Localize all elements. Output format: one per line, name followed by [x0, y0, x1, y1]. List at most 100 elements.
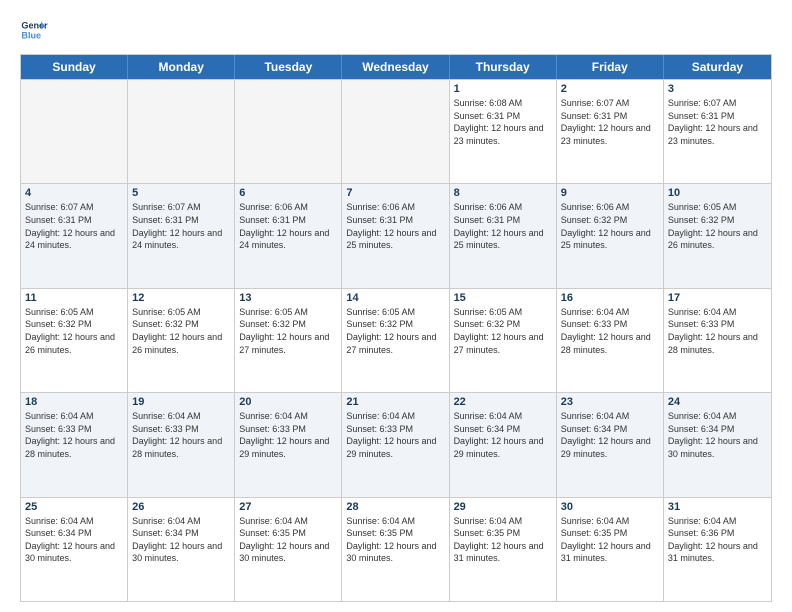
calendar-cell: 13 Sunrise: 6:05 AMSunset: 6:32 PMDayligh…: [235, 289, 342, 392]
calendar-cell: 4 Sunrise: 6:07 AMSunset: 6:31 PMDaylight…: [21, 184, 128, 287]
day-number: 5: [132, 187, 230, 199]
calendar-cell: 24 Sunrise: 6:04 AMSunset: 6:34 PMDayligh…: [664, 393, 771, 496]
page-header: General Blue: [20, 16, 772, 44]
calendar-cell: 6 Sunrise: 6:06 AMSunset: 6:31 PMDaylight…: [235, 184, 342, 287]
calendar-week-5: 25 Sunrise: 6:04 AMSunset: 6:34 PMDayligh…: [21, 497, 771, 601]
day-info: Sunrise: 6:06 AMSunset: 6:31 PMDaylight:…: [346, 201, 444, 251]
day-info: Sunrise: 6:07 AMSunset: 6:31 PMDaylight:…: [561, 97, 659, 147]
day-info: Sunrise: 6:04 AMSunset: 6:35 PMDaylight:…: [346, 515, 444, 565]
day-number: 22: [454, 396, 552, 408]
day-number: 10: [668, 187, 767, 199]
day-number: 15: [454, 292, 552, 304]
calendar-cell: 15 Sunrise: 6:05 AMSunset: 6:32 PMDayligh…: [450, 289, 557, 392]
calendar-cell: 29 Sunrise: 6:04 AMSunset: 6:35 PMDayligh…: [450, 498, 557, 601]
calendar: SundayMondayTuesdayWednesdayThursdayFrid…: [20, 54, 772, 602]
calendar-cell: 26 Sunrise: 6:04 AMSunset: 6:34 PMDayligh…: [128, 498, 235, 601]
day-info: Sunrise: 6:04 AMSunset: 6:33 PMDaylight:…: [239, 410, 337, 460]
header-day-sunday: Sunday: [21, 55, 128, 79]
day-info: Sunrise: 6:04 AMSunset: 6:34 PMDaylight:…: [132, 515, 230, 565]
svg-text:Blue: Blue: [21, 30, 41, 40]
calendar-cell: 17 Sunrise: 6:04 AMSunset: 6:33 PMDayligh…: [664, 289, 771, 392]
calendar-cell: 8 Sunrise: 6:06 AMSunset: 6:31 PMDaylight…: [450, 184, 557, 287]
header-day-tuesday: Tuesday: [235, 55, 342, 79]
calendar-cell: 9 Sunrise: 6:06 AMSunset: 6:32 PMDaylight…: [557, 184, 664, 287]
calendar-cell: 31 Sunrise: 6:04 AMSunset: 6:36 PMDayligh…: [664, 498, 771, 601]
header-day-monday: Monday: [128, 55, 235, 79]
day-number: 9: [561, 187, 659, 199]
header-day-saturday: Saturday: [664, 55, 771, 79]
day-number: 26: [132, 501, 230, 513]
calendar-cell: 1 Sunrise: 6:08 AMSunset: 6:31 PMDaylight…: [450, 80, 557, 183]
day-number: 29: [454, 501, 552, 513]
day-number: 4: [25, 187, 123, 199]
calendar-cell: 28Sunrise: 6:04 AMSunset: 6:35 PMDayligh…: [342, 498, 449, 601]
day-number: 27: [239, 501, 337, 513]
calendar-cell: 19 Sunrise: 6:04 AMSunset: 6:33 PMDayligh…: [128, 393, 235, 496]
calendar-header: SundayMondayTuesdayWednesdayThursdayFrid…: [21, 55, 771, 79]
day-info: Sunrise: 6:04 AMSunset: 6:34 PMDaylight:…: [561, 410, 659, 460]
day-number: 13: [239, 292, 337, 304]
calendar-cell: 18 Sunrise: 6:04 AMSunset: 6:33 PMDayligh…: [21, 393, 128, 496]
header-day-friday: Friday: [557, 55, 664, 79]
day-info: Sunrise: 6:05 AMSunset: 6:32 PMDaylight:…: [346, 306, 444, 356]
day-info: Sunrise: 6:04 AMSunset: 6:33 PMDaylight:…: [132, 410, 230, 460]
day-info: Sunrise: 6:04 AMSunset: 6:36 PMDaylight:…: [668, 515, 767, 565]
day-number: 16: [561, 292, 659, 304]
day-number: 14: [346, 292, 444, 304]
calendar-week-1: 1 Sunrise: 6:08 AMSunset: 6:31 PMDaylight…: [21, 79, 771, 183]
day-number: 2: [561, 83, 659, 95]
calendar-week-2: 4 Sunrise: 6:07 AMSunset: 6:31 PMDaylight…: [21, 183, 771, 287]
day-info: Sunrise: 6:06 AMSunset: 6:32 PMDaylight:…: [561, 201, 659, 251]
header-day-thursday: Thursday: [450, 55, 557, 79]
calendar-cell: [21, 80, 128, 183]
day-info: Sunrise: 6:04 AMSunset: 6:33 PMDaylight:…: [668, 306, 767, 356]
day-number: 21: [346, 396, 444, 408]
calendar-cell: 21 Sunrise: 6:04 AMSunset: 6:33 PMDayligh…: [342, 393, 449, 496]
day-number: 12: [132, 292, 230, 304]
day-info: Sunrise: 6:04 AMSunset: 6:34 PMDaylight:…: [668, 410, 767, 460]
day-info: Sunrise: 6:06 AMSunset: 6:31 PMDaylight:…: [239, 201, 337, 251]
day-number: 25: [25, 501, 123, 513]
calendar-cell: 10 Sunrise: 6:05 AMSunset: 6:32 PMDayligh…: [664, 184, 771, 287]
calendar-cell: 7Sunrise: 6:06 AMSunset: 6:31 PMDaylight…: [342, 184, 449, 287]
day-info: Sunrise: 6:05 AMSunset: 6:32 PMDaylight:…: [668, 201, 767, 251]
day-number: 30: [561, 501, 659, 513]
day-info: Sunrise: 6:07 AMSunset: 6:31 PMDaylight:…: [132, 201, 230, 251]
day-info: Sunrise: 6:05 AMSunset: 6:32 PMDaylight:…: [239, 306, 337, 356]
day-number: 1: [454, 83, 552, 95]
day-info: Sunrise: 6:04 AMSunset: 6:35 PMDaylight:…: [561, 515, 659, 565]
calendar-cell: 3 Sunrise: 6:07 AMSunset: 6:31 PMDaylight…: [664, 80, 771, 183]
day-info: Sunrise: 6:07 AMSunset: 6:31 PMDaylight:…: [25, 201, 123, 251]
day-info: Sunrise: 6:07 AMSunset: 6:31 PMDaylight:…: [668, 97, 767, 147]
header-day-wednesday: Wednesday: [342, 55, 449, 79]
day-info: Sunrise: 6:04 AMSunset: 6:33 PMDaylight:…: [346, 410, 444, 460]
calendar-cell: 20 Sunrise: 6:04 AMSunset: 6:33 PMDayligh…: [235, 393, 342, 496]
day-number: 24: [668, 396, 767, 408]
day-info: Sunrise: 6:05 AMSunset: 6:32 PMDaylight:…: [454, 306, 552, 356]
calendar-week-3: 11 Sunrise: 6:05 AMSunset: 6:32 PMDayligh…: [21, 288, 771, 392]
day-number: 3: [668, 83, 767, 95]
calendar-cell: 27Sunrise: 6:04 AMSunset: 6:35 PMDayligh…: [235, 498, 342, 601]
calendar-cell: 25 Sunrise: 6:04 AMSunset: 6:34 PMDayligh…: [21, 498, 128, 601]
day-info: Sunrise: 6:04 AMSunset: 6:34 PMDaylight:…: [25, 515, 123, 565]
day-info: Sunrise: 6:06 AMSunset: 6:31 PMDaylight:…: [454, 201, 552, 251]
logo-icon: General Blue: [20, 16, 48, 44]
day-number: 19: [132, 396, 230, 408]
calendar-week-4: 18 Sunrise: 6:04 AMSunset: 6:33 PMDayligh…: [21, 392, 771, 496]
calendar-cell: [128, 80, 235, 183]
day-number: 23: [561, 396, 659, 408]
day-info: Sunrise: 6:05 AMSunset: 6:32 PMDaylight:…: [132, 306, 230, 356]
day-info: Sunrise: 6:04 AMSunset: 6:33 PMDaylight:…: [561, 306, 659, 356]
day-number: 6: [239, 187, 337, 199]
day-number: 8: [454, 187, 552, 199]
day-number: 20: [239, 396, 337, 408]
day-info: Sunrise: 6:04 AMSunset: 6:35 PMDaylight:…: [454, 515, 552, 565]
day-number: 18: [25, 396, 123, 408]
day-number: 31: [668, 501, 767, 513]
day-info: Sunrise: 6:04 AMSunset: 6:33 PMDaylight:…: [25, 410, 123, 460]
day-info: Sunrise: 6:05 AMSunset: 6:32 PMDaylight:…: [25, 306, 123, 356]
day-info: Sunrise: 6:08 AMSunset: 6:31 PMDaylight:…: [454, 97, 552, 147]
calendar-cell: 5 Sunrise: 6:07 AMSunset: 6:31 PMDaylight…: [128, 184, 235, 287]
day-number: 11: [25, 292, 123, 304]
day-number: 17: [668, 292, 767, 304]
